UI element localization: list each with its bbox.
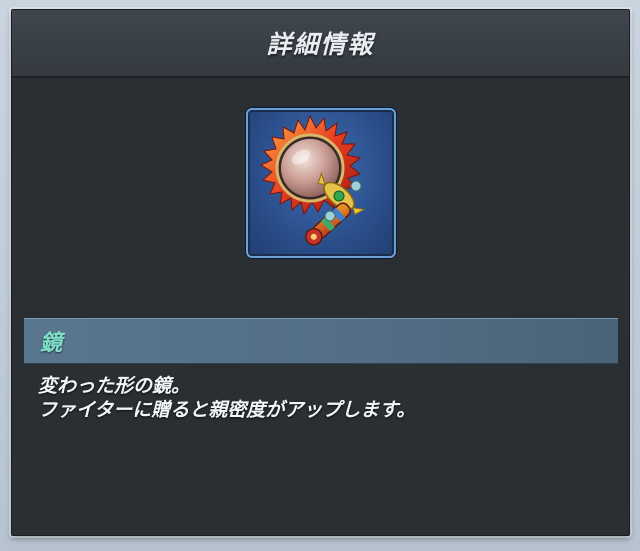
item-description-line: 変わった形の鏡。 [38,375,191,397]
panel-title: 詳細情報 [266,30,375,59]
item-name-bar: 鏡 [24,318,618,364]
panel-header: 詳細情報 [12,10,629,78]
item-icon-frame [246,108,396,258]
item-name: 鏡 [40,331,63,356]
hand-mirror-icon [259,114,366,246]
item-detail-panel: 詳細情報 鏡 変わった形の鏡。 ファイターに贈ると親密度がアップします。 [11,9,630,536]
item-description-line: ファイターに贈ると親密度がアップします。 [38,399,416,421]
item-description: 変わった形の鏡。 ファイターに贈ると親密度がアップします。 [38,374,608,422]
